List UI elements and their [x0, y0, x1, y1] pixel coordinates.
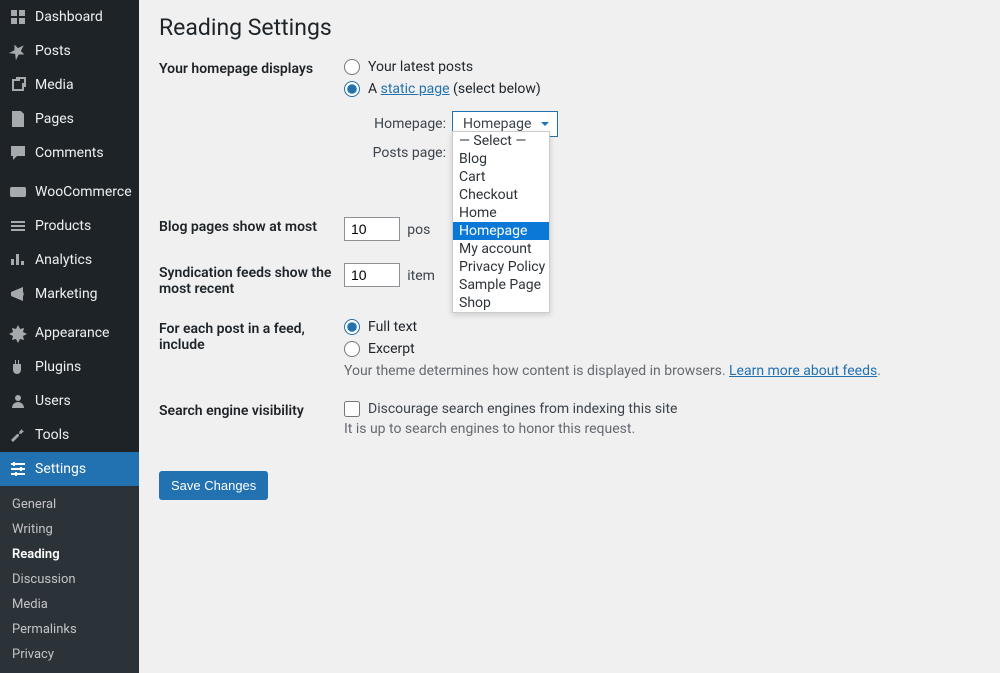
feed-description: Your theme determines how content is dis…	[344, 363, 980, 379]
sidebar-item-dashboard[interactable]: Dashboard	[0, 0, 139, 34]
dropdown-option[interactable]: Shop	[453, 294, 549, 312]
excerpt-radio[interactable]	[344, 341, 360, 357]
sidebar-item-tools[interactable]: Tools	[0, 418, 139, 452]
dropdown-option[interactable]: Cart	[453, 168, 549, 186]
discourage-label: Discourage search engines from indexing …	[368, 401, 677, 417]
sidebar-item-products[interactable]: Products	[0, 209, 139, 243]
sidebar-item-label: Pages	[35, 111, 74, 127]
sidebar-item-label: Marketing	[35, 286, 98, 302]
submenu-item-media[interactable]: Media	[0, 592, 139, 617]
media-icon	[8, 75, 28, 95]
blog-pages-unit: pos	[407, 222, 430, 238]
latest-posts-label: Your latest posts	[368, 59, 473, 75]
sidebar-item-analytics[interactable]: Analytics	[0, 243, 139, 277]
discourage-checkbox[interactable]	[344, 401, 360, 417]
latest-posts-radio[interactable]	[344, 59, 360, 75]
page-icon	[8, 109, 28, 129]
sidebar-item-label: Plugins	[35, 359, 81, 375]
sidebar-item-label: Dashboard	[35, 9, 103, 25]
analytics-icon	[8, 250, 28, 270]
blog-pages-label: Blog pages show at most	[159, 217, 344, 241]
syndication-unit: item	[407, 268, 435, 284]
sidebar-item-settings[interactable]: Settings	[0, 452, 139, 486]
appearance-icon	[8, 323, 28, 343]
learn-more-feeds-link[interactable]: Learn more about feeds	[729, 363, 877, 379]
comment-icon	[8, 143, 28, 163]
sidebar-item-woocommerce[interactable]: WooCommerce	[0, 175, 139, 209]
visibility-label: Search engine visibility	[159, 401, 344, 437]
static-page-radio[interactable]	[344, 81, 360, 97]
admin-sidebar: Dashboard Posts Media Pages Comments WooComme…	[0, 0, 139, 616]
submenu-item-privacy[interactable]: Privacy	[0, 642, 139, 667]
sidebar-item-label: Settings	[35, 461, 86, 477]
submenu-item-writing[interactable]: Writing	[0, 517, 139, 542]
homepage-select-label: Homepage:	[366, 116, 446, 132]
submenu-item-general[interactable]: General	[0, 492, 139, 517]
save-changes-button[interactable]: Save Changes	[159, 471, 268, 500]
sidebar-item-marketing[interactable]: Marketing	[0, 277, 139, 311]
marketing-icon	[8, 284, 28, 304]
dropdown-option[interactable]: Sample Page	[453, 276, 549, 294]
dropdown-option[interactable]: Homepage	[453, 222, 549, 240]
sidebar-item-label: Media	[35, 77, 74, 93]
main-content: Reading Settings Your homepage displays …	[139, 0, 1000, 616]
sidebar-item-label: Products	[35, 218, 91, 234]
settings-icon	[8, 459, 28, 479]
syndication-input[interactable]	[344, 263, 400, 287]
sidebar-item-plugins[interactable]: Plugins	[0, 350, 139, 384]
submenu-item-permalinks[interactable]: Permalinks	[0, 617, 139, 642]
products-icon	[8, 216, 28, 236]
dropdown-option[interactable]: My account	[453, 240, 549, 258]
dropdown-option[interactable]: Blog	[453, 150, 549, 168]
excerpt-label: Excerpt	[368, 341, 415, 357]
visibility-description: It is up to search engines to honor this…	[344, 421, 980, 437]
users-icon	[8, 391, 28, 411]
sidebar-item-label: Analytics	[35, 252, 92, 268]
sidebar-item-label: Comments	[35, 145, 104, 161]
submenu-item-reading[interactable]: Reading	[0, 542, 139, 567]
tools-icon	[8, 425, 28, 445]
sidebar-item-users[interactable]: Users	[0, 384, 139, 418]
dropdown-option[interactable]: Checkout	[453, 186, 549, 204]
homepage-dropdown: — Select —BlogCartCheckoutHomeHomepageMy…	[452, 131, 550, 313]
sidebar-item-comments[interactable]: Comments	[0, 136, 139, 170]
dashboard-icon	[8, 7, 28, 27]
static-page-link[interactable]: static page	[381, 81, 450, 97]
feed-include-label: For each post in a feed, include	[159, 319, 344, 379]
static-page-label: A static page (select below)	[368, 81, 541, 97]
woo-icon	[8, 182, 28, 202]
sidebar-item-label: Tools	[35, 427, 69, 443]
sidebar-item-label: Appearance	[35, 325, 109, 341]
dropdown-option[interactable]: Home	[453, 204, 549, 222]
full-text-radio[interactable]	[344, 319, 360, 335]
page-title: Reading Settings	[159, 14, 980, 41]
dropdown-option[interactable]: — Select —	[453, 132, 549, 150]
syndication-label: Syndication feeds show the most recent	[159, 263, 344, 297]
pin-icon	[8, 41, 28, 61]
submenu-item-discussion[interactable]: Discussion	[0, 567, 139, 592]
settings-submenu: GeneralWritingReadingDiscussionMediaPerm…	[0, 486, 139, 673]
sidebar-item-posts[interactable]: Posts	[0, 34, 139, 68]
sidebar-item-label: WooCommerce	[35, 184, 132, 200]
sidebar-item-media[interactable]: Media	[0, 68, 139, 102]
full-text-label: Full text	[368, 319, 417, 335]
dropdown-option[interactable]: Privacy Policy	[453, 258, 549, 276]
posts-page-select-label: Posts page:	[366, 145, 446, 161]
homepage-displays-label: Your homepage displays	[159, 59, 344, 169]
sidebar-item-label: Users	[35, 393, 71, 409]
plugin-icon	[8, 357, 28, 377]
sidebar-item-appearance[interactable]: Appearance	[0, 316, 139, 350]
blog-pages-input[interactable]	[344, 217, 400, 241]
sidebar-item-label: Posts	[35, 43, 71, 59]
sidebar-item-pages[interactable]: Pages	[0, 102, 139, 136]
